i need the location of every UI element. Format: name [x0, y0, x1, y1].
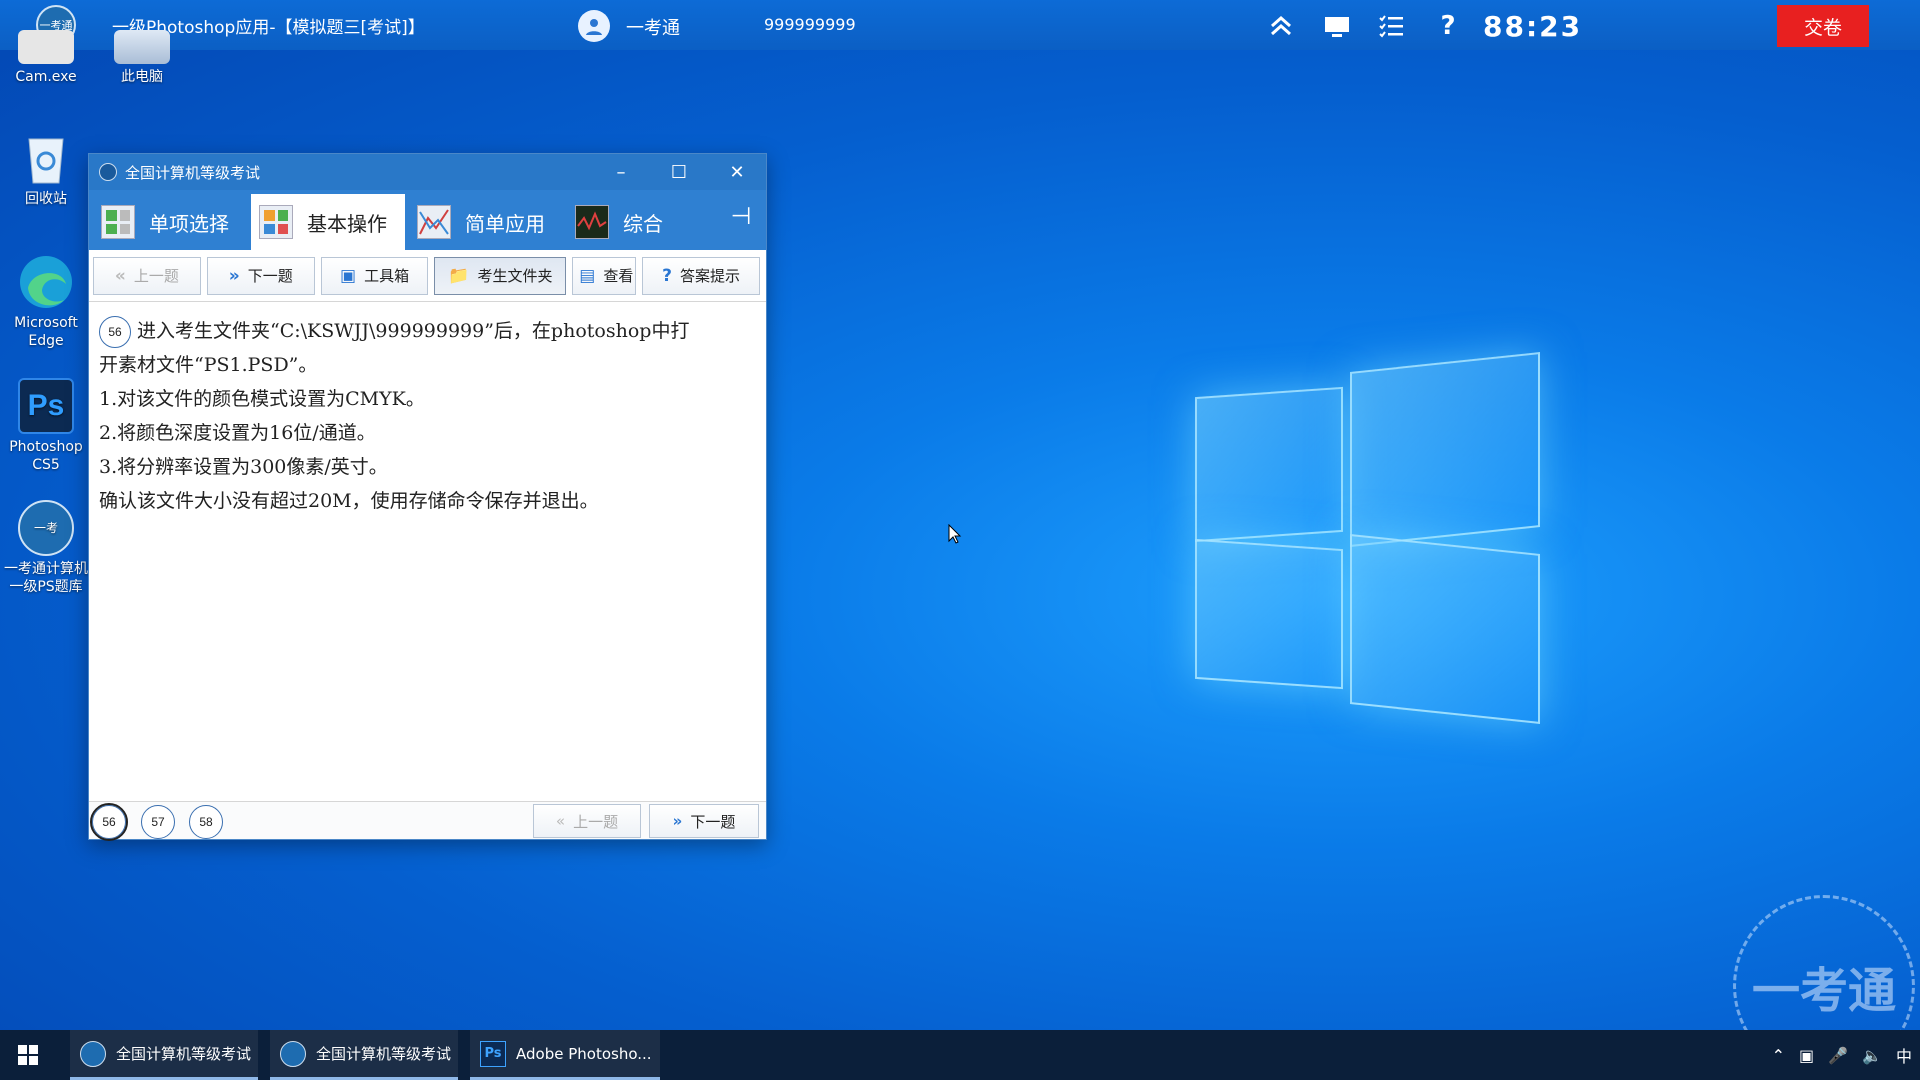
ime-indicator[interactable]: 中 — [1896, 1043, 1912, 1067]
desktop-icon-edge[interactable]: Microsoft Edge — [0, 254, 94, 350]
comprehensive-tab-icon — [575, 205, 609, 239]
view-button[interactable]: ▤ 查看 — [572, 256, 637, 295]
maximize-icon[interactable]: ☐ — [650, 154, 708, 190]
question-nav-item[interactable]: 56 — [90, 803, 128, 841]
cam-app-icon — [18, 30, 74, 64]
yikaotong-logo-icon: 一考 — [18, 500, 74, 556]
taskbar-app-exam-1[interactable]: 全国计算机等级考试 — [70, 1030, 258, 1080]
exam-window: 全国计算机等级考试 – ☐ ✕ 单项选择 基本操作 简单应用 综合 ⊣ «上一题 — [88, 153, 767, 841]
mouse-cursor-icon — [948, 523, 962, 548]
question-number-badge: 56 — [99, 316, 131, 348]
chevron-up-icon[interactable]: ⌃ — [1772, 1046, 1785, 1065]
desktop-icon-this-pc[interactable]: 此电脑 — [94, 30, 190, 86]
question-line-6: 确认该文件大小没有超过20M，使用存储命令保存并退出。 — [99, 490, 599, 512]
exam-app-icon — [280, 1040, 306, 1067]
next-question-button[interactable]: » 下一题 — [206, 256, 315, 295]
windows-start-icon[interactable] — [0, 1030, 56, 1080]
exam-window-title: 全国计算机等级考试 — [125, 163, 261, 182]
exam-timer: 88:23 — [1483, 10, 1583, 43]
user-name: 一考通 — [626, 18, 680, 39]
folder-icon: 📁 — [448, 265, 470, 286]
photoshop-icon: Ps — [480, 1040, 506, 1067]
question-line-2: 开素材文件“PS1.PSD”。 — [99, 354, 318, 376]
photoshop-icon: Ps — [18, 378, 74, 434]
tab-comprehensive[interactable]: 综合 — [567, 194, 663, 250]
exam-app-icon — [80, 1040, 106, 1067]
exam-window-app-icon — [99, 163, 117, 181]
exam-topbar: 一考通 一级Photoshop应用-【模拟题三[考试]】 一考通 9999999… — [0, 0, 1920, 50]
double-chevron-right-icon: » — [672, 812, 683, 830]
edge-icon — [18, 254, 74, 310]
tab-single-choice[interactable]: 单项选择 — [93, 194, 247, 250]
exam-window-titlebar[interactable]: 全国计算机等级考试 – ☐ ✕ — [89, 154, 766, 190]
exam-toolbar: «上一题 » 下一题 ▣ 工具箱 📁 考生文件夹 ▤ 查看 ? 答案提示 — [89, 250, 766, 302]
taskbar-app-exam-2[interactable]: 全国计算机等级考试 — [270, 1030, 458, 1080]
question-content: 56 进入考生文件夹“C:\KSWJJ\999999999”后，在photosho… — [99, 314, 759, 518]
prev-question-button[interactable]: «上一题 — [93, 256, 201, 295]
help-icon[interactable]: ? — [1433, 12, 1463, 40]
desktop-icon-recycle-bin[interactable]: 回收站 — [0, 130, 94, 208]
basic-operation-tab-icon — [259, 205, 293, 239]
pin-icon[interactable]: ⊣ — [726, 202, 756, 232]
single-choice-tab-icon — [101, 205, 135, 239]
double-chevron-left-icon: « — [555, 812, 566, 830]
tab-simple-application[interactable]: 简单应用 — [409, 194, 563, 250]
answer-hint-button[interactable]: ? 答案提示 — [642, 256, 760, 295]
system-tray: ⌃ ▣ 🎤 🔈 中 — [1772, 1030, 1912, 1080]
desktop-icon-photoshop[interactable]: Ps Photoshop CS5 — [0, 378, 94, 474]
taskbar-app-photoshop[interactable]: Ps Adobe Photosho... — [470, 1030, 660, 1080]
toolbox-button[interactable]: ▣ 工具箱 — [320, 256, 429, 295]
examinee-folder-button[interactable]: 📁 考生文件夹 — [434, 256, 567, 295]
desktop-icon-cam[interactable]: Cam.exe — [0, 30, 94, 86]
tab-basic-operation[interactable]: 基本操作 — [251, 194, 405, 250]
question-line-3: 1.对该文件的颜色模式设置为CMYK。 — [99, 388, 425, 410]
exam-tabs: 单项选择 基本操作 简单应用 综合 — [89, 190, 766, 250]
user-avatar-icon — [578, 10, 610, 42]
question-mark-icon: ? — [662, 265, 673, 286]
question-navigator: 56 57 58 «上一题 » 下一题 — [89, 801, 766, 841]
question-list-icon[interactable] — [1376, 12, 1406, 40]
view-document-icon: ▤ — [579, 265, 596, 286]
question-nav-item[interactable]: 58 — [189, 805, 223, 839]
toolbox-icon: ▣ — [340, 265, 357, 286]
bottom-next-button[interactable]: » 下一题 — [649, 804, 759, 838]
double-chevron-left-icon: « — [114, 265, 126, 286]
recycle-bin-icon — [18, 130, 74, 186]
windows-logo-wallpaper — [1195, 352, 1540, 724]
close-icon[interactable]: ✕ — [708, 154, 766, 190]
user-id: 999999999 — [764, 15, 856, 34]
minimize-icon[interactable]: – — [592, 154, 650, 190]
question-nav-item[interactable]: 57 — [141, 805, 175, 839]
desktop-icon-yikaotong[interactable]: 一考 一考通计算机一级PS题库 — [0, 500, 94, 596]
network-icon[interactable]: ▣ — [1799, 1046, 1814, 1065]
double-chevron-right-icon: » — [228, 265, 240, 286]
bottom-prev-button[interactable]: «上一题 — [533, 804, 641, 838]
microphone-icon[interactable]: 🎤 — [1828, 1046, 1848, 1065]
question-line-4: 2.将颜色深度设置为16位/通道。 — [99, 422, 376, 444]
collapse-up-icon[interactable] — [1266, 12, 1296, 40]
taskbar: 全国计算机等级考试 全国计算机等级考试 Ps Adobe Photosho...… — [0, 1030, 1920, 1080]
monitor-icon[interactable] — [1322, 12, 1352, 40]
computer-icon — [114, 30, 170, 64]
question-line-5: 3.将分辨率设置为300像素/英寸。 — [99, 456, 388, 478]
submit-exam-button[interactable]: 交卷 — [1777, 5, 1869, 47]
volume-icon[interactable]: 🔈 — [1862, 1046, 1882, 1065]
question-line-1: 进入考生文件夹“C:\KSWJJ\999999999”后，在photoshop中… — [137, 320, 690, 342]
simple-application-tab-icon — [417, 205, 451, 239]
